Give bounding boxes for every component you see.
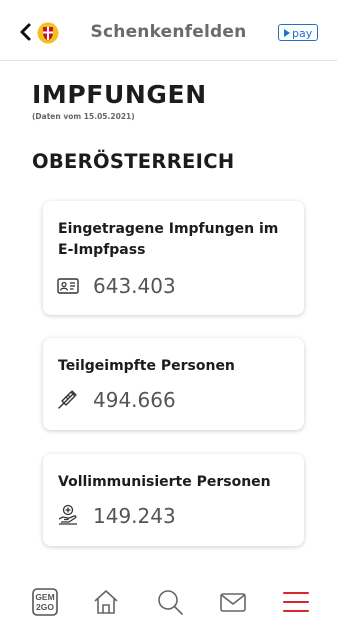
pay-button[interactable]: pay xyxy=(278,24,318,41)
bottom-tab-bar: GEM 2GO xyxy=(0,583,337,622)
vaccination-card-full: Vollimmunisierte Personen 149.243 xyxy=(43,454,304,546)
mail-icon[interactable] xyxy=(218,587,248,617)
card-title: Teilgeimpfte Personen xyxy=(58,358,235,374)
region-heading: OBERÖSTERREICH xyxy=(32,150,235,173)
syringe-icon xyxy=(58,390,77,409)
page-title: IMPFUNGEN xyxy=(32,80,207,109)
home-icon[interactable] xyxy=(91,587,121,617)
play-icon xyxy=(284,29,290,37)
card-value: 643.403 xyxy=(93,274,176,298)
search-icon[interactable] xyxy=(155,587,185,617)
menu-icon[interactable] xyxy=(281,587,311,617)
card-title: Vollimmunisierte Personen xyxy=(58,474,271,490)
id-card-icon xyxy=(57,278,79,294)
logo-line-2: 2GO xyxy=(36,602,54,612)
pay-label: pay xyxy=(292,27,313,40)
vaccination-card-epass: Eingetragene Impfungen im E-Impfpass 643… xyxy=(43,201,304,315)
app-header: Schenkenfelden pay xyxy=(0,0,337,61)
card-value: 149.243 xyxy=(93,504,176,528)
hand-health-icon xyxy=(58,504,77,525)
data-date-note: (Daten vom 15.05.2021) xyxy=(32,112,135,121)
gem2go-logo-icon[interactable]: GEM 2GO xyxy=(30,587,60,617)
card-value: 494.666 xyxy=(93,388,176,412)
vaccination-card-partial: Teilgeimpfte Personen 494.666 xyxy=(43,338,304,430)
logo-line-1: GEM xyxy=(35,592,54,602)
card-title: Eingetragene Impfungen im E-Impfpass xyxy=(58,221,279,258)
